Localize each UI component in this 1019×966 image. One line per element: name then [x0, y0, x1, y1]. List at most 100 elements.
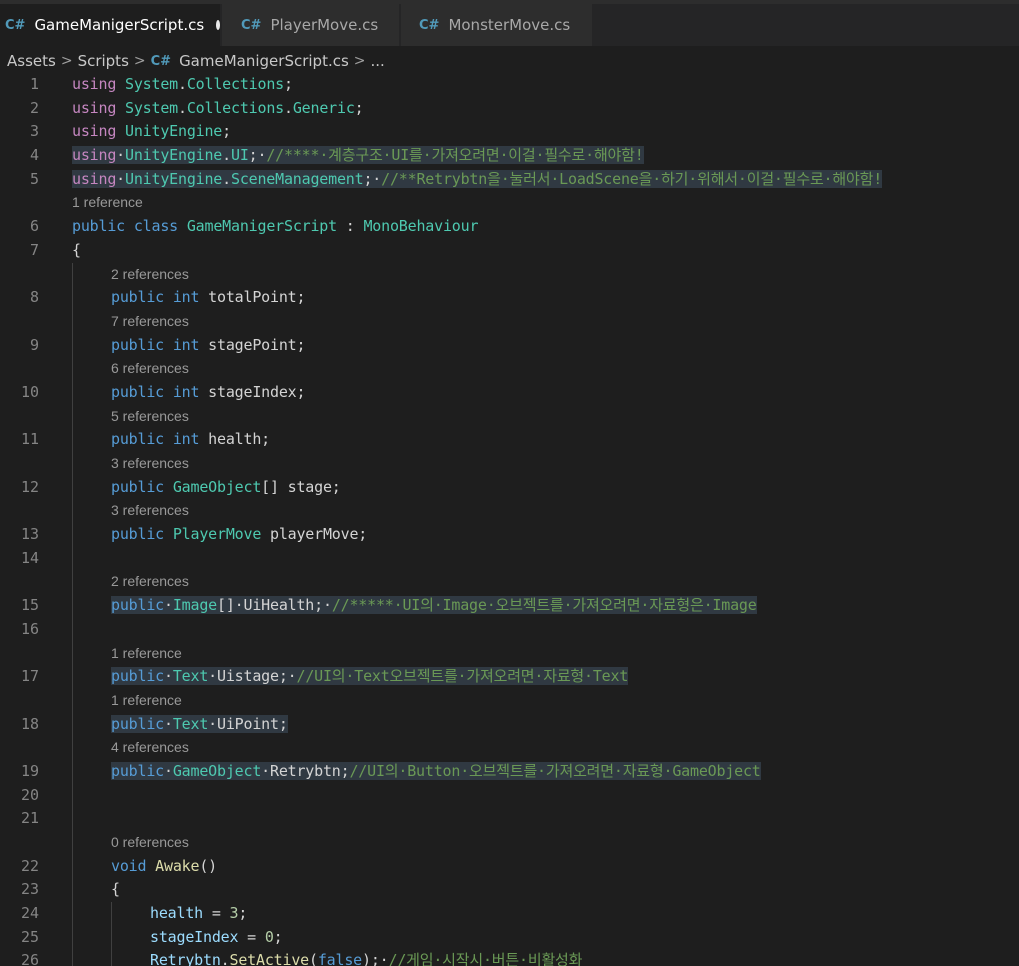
- line-number: 3: [29, 122, 39, 141]
- code-content: using System.Collections.Generic;: [72, 99, 364, 117]
- indent-guide: [72, 688, 73, 713]
- code-token: int: [172, 335, 200, 354]
- tab-playermove[interactable]: C# PlayerMove.cs: [222, 4, 400, 46]
- code-text[interactable]: using System.Collections.Generic;: [72, 97, 364, 121]
- code-token: public: [111, 288, 164, 307]
- tab-monstermove[interactable]: C# MonsterMove.cs: [401, 4, 593, 46]
- code-token: UnityEngine: [125, 122, 223, 141]
- codelens-row: 6 references: [0, 357, 1019, 381]
- codelens-references[interactable]: 1 reference: [72, 191, 143, 215]
- codelens-row: 2 references: [0, 570, 1019, 595]
- codelens-row: 7 references: [0, 309, 1019, 334]
- selection-highlight: public·Image[]·UiHealth;·//*****·UI의·Ima…: [111, 596, 757, 615]
- code-token: false: [317, 951, 362, 966]
- code-text[interactable]: public·Image[]·UiHealth;·//*****·UI의·Ima…: [111, 594, 757, 618]
- code-text[interactable]: public int stageIndex;: [111, 381, 306, 405]
- code-text[interactable]: health = 3;: [150, 902, 247, 926]
- code-text[interactable]: public int totalPoint;: [111, 286, 306, 310]
- codelens-references[interactable]: 1 reference: [111, 689, 182, 713]
- breadcrumb-item-assets[interactable]: Assets: [7, 52, 56, 70]
- code-text[interactable]: using System.Collections;: [72, 73, 293, 97]
- codelens-references[interactable]: 1 reference: [111, 642, 182, 666]
- tab-bar: C# GameManigerScript.cs C# PlayerMove.cs…: [0, 0, 1019, 46]
- code-text[interactable]: public·Text·Uistage;·//UI의·Text오브젝트를·가져오…: [111, 665, 628, 689]
- code-content: public PlayerMove playerMove;: [111, 525, 367, 543]
- code-text[interactable]: public int stagePoint;: [111, 334, 306, 358]
- code-text[interactable]: {: [111, 878, 120, 902]
- code-token: public: [72, 217, 125, 236]
- codelens-references[interactable]: 3 references: [111, 452, 189, 476]
- code-token: //*****·UI의·Image·오브젝트를·가져오려면·자료형은·Image: [331, 596, 757, 615]
- line-number: 24: [20, 904, 39, 923]
- code-token: GameManigerScript: [186, 217, 337, 236]
- code-token: public: [111, 477, 164, 496]
- code-token: public: [111, 761, 164, 780]
- code-content: public class GameManigerScript : MonoBeh…: [72, 217, 478, 235]
- code-token: playerMove;: [261, 525, 368, 544]
- code-text[interactable]: {: [72, 239, 81, 263]
- breadcrumb-item-symbol[interactable]: ...: [371, 52, 385, 70]
- indent-guide: [72, 665, 73, 689]
- line-number: 4: [29, 146, 39, 165]
- line-number: 18: [20, 714, 39, 733]
- code-token: MonoBehaviour: [363, 217, 479, 236]
- code-token: ·: [164, 714, 173, 733]
- codelens-references[interactable]: 3 references: [111, 499, 189, 523]
- code-content: using System.Collections;: [72, 75, 293, 93]
- codelens-references[interactable]: 4 references: [111, 736, 189, 760]
- code-token: Text: [172, 714, 209, 733]
- codelens-references[interactable]: 2 references: [111, 570, 189, 594]
- code-line: 20: [0, 783, 1019, 808]
- unsaved-dot-icon[interactable]: [216, 20, 220, 30]
- code-line: 13 public PlayerMove playerMove;: [0, 523, 1019, 547]
- code-text[interactable]: public PlayerMove playerMove;: [111, 523, 367, 547]
- code-token: using: [72, 75, 117, 93]
- code-text[interactable]: public·GameObject·Retrybtn;//UI의·Button·…: [111, 760, 761, 784]
- code-editor[interactable]: 1 using System.Collections; 2 using System.…: [0, 73, 1019, 966]
- indent-guide: [72, 925, 73, 950]
- codelens-references[interactable]: 2 references: [111, 263, 189, 287]
- code-line: 3 using UnityEngine;: [0, 120, 1019, 144]
- code-text[interactable]: using·UnityEngine.SceneManagement;·//**R…: [72, 168, 882, 192]
- codelens-references[interactable]: 5 references: [111, 405, 189, 429]
- code-token: //게임·시작시·버튼·비활성화: [388, 951, 583, 966]
- code-text[interactable]: public int health;: [111, 428, 270, 452]
- codelens-references[interactable]: 6 references: [111, 357, 189, 381]
- code-token: {: [72, 240, 81, 259]
- code-token: //**Retrybtn을·눌러서·LoadScene을·하기·위해서·이걸·필…: [381, 169, 883, 188]
- codelens-row: 1 reference: [0, 641, 1019, 666]
- indent-guide: [72, 380, 73, 405]
- code-token: public: [111, 382, 164, 401]
- code-line: 9 public int stagePoint;: [0, 333, 1019, 358]
- code-token: ;·: [363, 169, 382, 188]
- indent-guide: [72, 523, 73, 547]
- code-text[interactable]: public class GameManigerScript : MonoBeh…: [72, 215, 478, 239]
- code-content: public int stagePoint;: [111, 335, 306, 354]
- code-text[interactable]: public·Text·UiPoint;: [111, 713, 288, 737]
- indent-guide: [72, 428, 73, 452]
- code-text[interactable]: stageIndex = 0;: [150, 926, 283, 950]
- codelens-references[interactable]: 0 references: [111, 831, 189, 855]
- line-number: 22: [20, 856, 39, 875]
- code-text[interactable]: using UnityEngine;: [72, 120, 231, 144]
- line-number: 25: [20, 927, 39, 946]
- code-text[interactable]: using·UnityEngine.UI;·//****·계층구조·UI를·가져…: [72, 144, 644, 168]
- codelens-references[interactable]: 7 references: [111, 310, 189, 334]
- tab-gamemanigerscript[interactable]: C# GameManigerScript.cs: [0, 4, 221, 46]
- selection-highlight: using·UnityEngine.UI;·//****·계층구조·UI를·가져…: [72, 146, 644, 165]
- indent-guide: [72, 594, 73, 618]
- code-token: .: [178, 98, 187, 117]
- code-line: 5 using·UnityEngine.SceneManagement;·//**…: [0, 168, 1019, 192]
- breadcrumb-item-scripts[interactable]: Scripts: [78, 52, 129, 70]
- code-token: System: [125, 75, 178, 93]
- csharp-file-icon: C#: [5, 17, 26, 33]
- code-text[interactable]: public GameObject[] stage;: [111, 476, 341, 500]
- indent-guide: [72, 736, 73, 760]
- code-text[interactable]: Retrybtn.SetActive(false);·//게임·시작시·버튼·비…: [150, 949, 582, 966]
- code-text[interactable]: void Awake(): [111, 855, 217, 879]
- breadcrumb-item-file[interactable]: GameManigerScript.cs: [179, 52, 349, 70]
